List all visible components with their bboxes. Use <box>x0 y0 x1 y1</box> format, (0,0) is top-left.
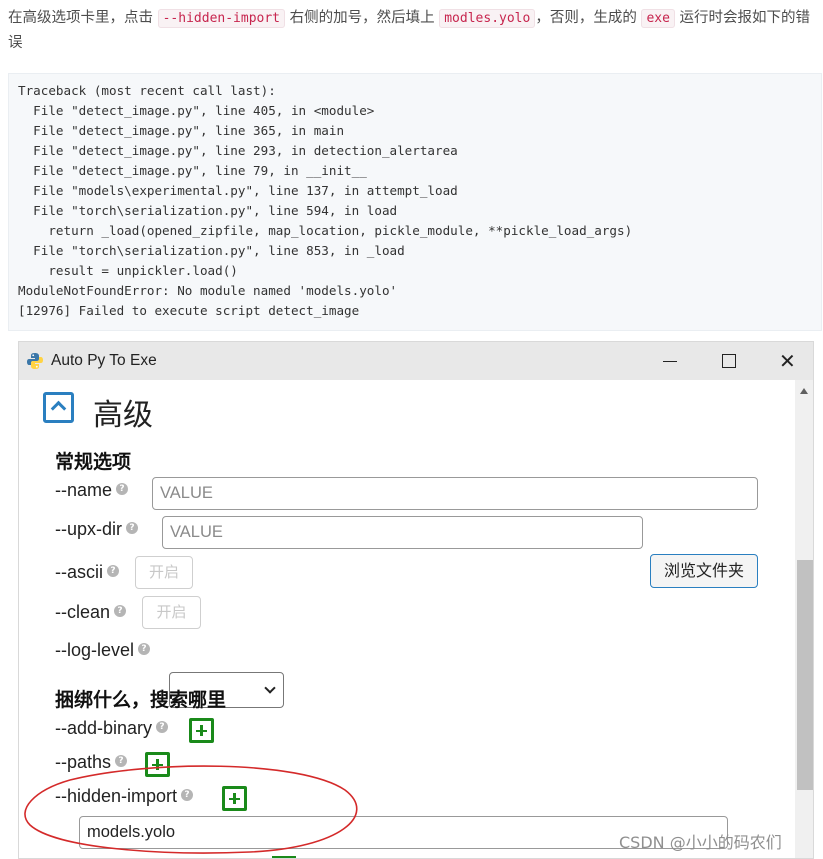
traceback-line: Traceback (most recent call last): <box>18 83 276 98</box>
hidden-import-add-button[interactable] <box>222 786 247 811</box>
help-icon[interactable]: ? <box>138 643 151 656</box>
section-title: 高级 <box>93 399 153 432</box>
app-window: Auto Py To Exe ✕ 高级 常规选项 --name? --upx-d… <box>18 341 814 859</box>
traceback-line: return _load(opened_zipfile, map_locatio… <box>18 223 633 238</box>
bundle-heading: 捆绑什么，搜索哪里 <box>55 689 227 711</box>
help-icon[interactable]: ? <box>181 789 194 802</box>
advanced-section: 高级 常规选项 --name? --upx-dir? 浏览文件夹 --ascii… <box>19 380 795 858</box>
traceback-line: File "torch\serialization.py", line 594,… <box>18 203 398 218</box>
traceback-line: [12976] Failed to execute script detect_… <box>18 303 360 318</box>
scroll-up-arrow-icon[interactable] <box>800 388 808 394</box>
traceback-line: File "detect_image.py", line 79, in __in… <box>18 163 367 178</box>
traceback-code-block: Traceback (most recent call last): File … <box>8 73 822 331</box>
close-button[interactable]: ✕ <box>757 342 813 380</box>
inline-code-hidden-import: --hidden-import <box>157 9 286 28</box>
traceback-line: File "detect_image.py", line 405, in <mo… <box>18 103 375 118</box>
traceback-line: result = unpickler.load() <box>18 263 238 278</box>
option-hidden-import: --hidden-import? <box>55 786 194 807</box>
general-options-heading: 常规选项 <box>55 451 132 473</box>
traceback-line: File "detect_image.py", line 365, in mai… <box>18 123 345 138</box>
scroll-thumb[interactable] <box>797 560 813 790</box>
intro-text-3: ，否则，生成的 <box>535 10 637 26</box>
help-icon[interactable]: ? <box>115 755 128 768</box>
inline-code-modles-yolo: modles.yolo <box>439 9 536 28</box>
intro-text-2: 右侧的加号，然后填上 <box>289 10 435 26</box>
intro-text-1: 在高级选项卡里，点击 <box>8 10 153 26</box>
traceback-line: File "detect_image.py", line 293, in det… <box>18 143 458 158</box>
traceback-line: File "models\experimental.py", line 137,… <box>18 183 458 198</box>
option-paths: --paths? <box>55 752 128 773</box>
option-add-binary-label: --add-binary <box>55 718 153 738</box>
window-title: Auto Py To Exe <box>51 352 157 369</box>
option-clean: --clean? <box>55 602 127 623</box>
chevron-down-icon <box>264 682 276 694</box>
option-ascii-label: --ascii <box>55 562 103 582</box>
traceback-line: ModuleNotFoundError: No module named 'mo… <box>18 283 398 298</box>
add-binary-add-button[interactable] <box>189 718 214 743</box>
collapse-section-button[interactable] <box>43 392 74 423</box>
option-ascii: --ascii? <box>55 562 119 583</box>
name-input[interactable] <box>152 477 758 510</box>
option-clean-label: --clean <box>55 602 111 622</box>
maximize-button[interactable] <box>699 342 757 380</box>
watermark: CSDN @小小的码农们 <box>619 833 782 852</box>
title-bar[interactable]: Auto Py To Exe ✕ <box>19 342 813 380</box>
option-upx-dir-label: --upx-dir <box>55 519 123 539</box>
close-icon: ✕ <box>779 349 796 373</box>
upx-dir-input[interactable] <box>162 516 643 549</box>
vertical-scrollbar[interactable] <box>795 380 813 858</box>
intro-paragraph: 在高级选项卡里，点击 --hidden-import 右侧的加号，然后填上 mo… <box>8 6 820 56</box>
minimize-icon <box>663 361 677 362</box>
option-name-label: --name <box>55 480 113 500</box>
help-icon[interactable]: ? <box>156 721 169 734</box>
option-upx-dir: --upx-dir? <box>55 519 139 540</box>
traceback-line: File "torch\serialization.py", line 853,… <box>18 243 405 258</box>
help-icon[interactable]: ? <box>107 565 119 578</box>
option-log-level: --log-level? <box>55 640 151 661</box>
help-icon[interactable]: ? <box>126 522 139 535</box>
option-hidden-import-label: --hidden-import <box>55 786 178 806</box>
help-icon[interactable]: ? <box>116 483 129 496</box>
minimize-button[interactable] <box>641 342 699 380</box>
python-icon <box>27 353 43 369</box>
chevron-up-icon <box>50 400 67 417</box>
option-log-level-label: --log-level <box>55 640 135 660</box>
clean-toggle-button[interactable]: 开启 <box>142 596 201 629</box>
option-paths-label: --paths <box>55 752 112 772</box>
maximize-icon <box>722 354 736 368</box>
ascii-toggle-button[interactable]: 开启 <box>135 556 193 589</box>
option-name: --name? <box>55 480 129 501</box>
option-add-binary: --add-binary? <box>55 718 169 739</box>
help-icon[interactable]: ? <box>114 605 127 618</box>
paths-add-button[interactable] <box>145 752 170 777</box>
inline-code-exe: exe <box>641 9 675 28</box>
browse-folder-button[interactable]: 浏览文件夹 <box>650 554 758 588</box>
